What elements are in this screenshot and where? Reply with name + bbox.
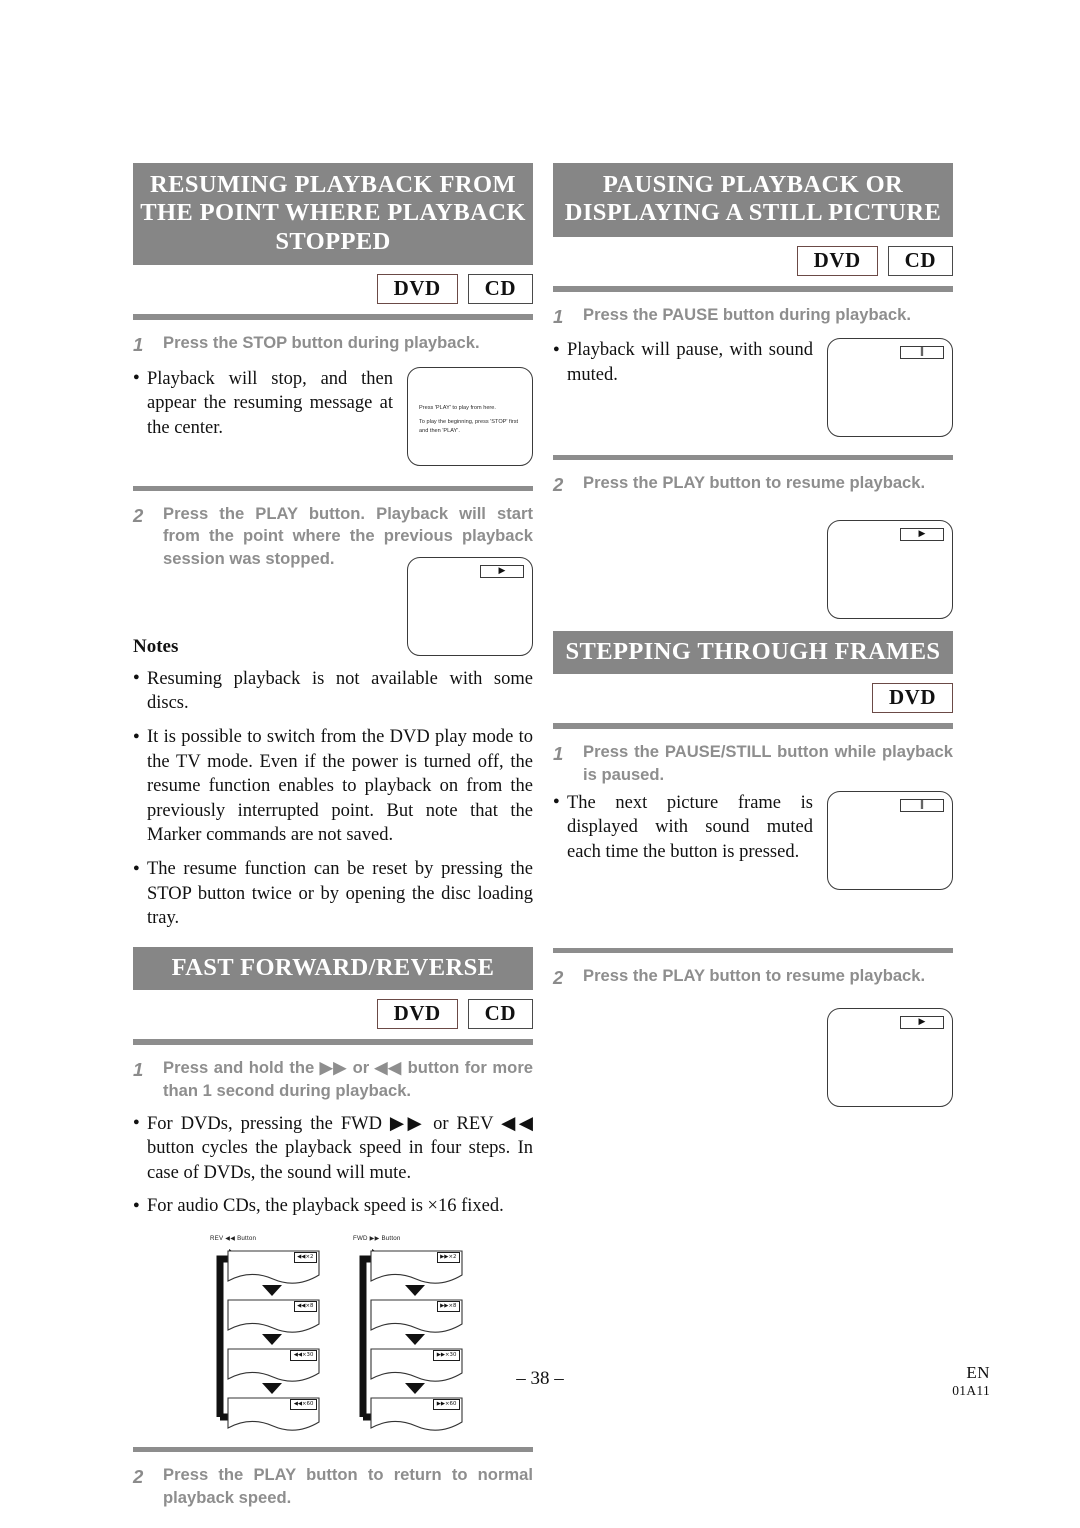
badge-dvd: DVD xyxy=(872,683,953,714)
down-arrow-icon xyxy=(262,1334,282,1346)
fwd-frame-4: ▶▶×60 xyxy=(369,1396,464,1431)
tv-screen-play-indicator: ▶ xyxy=(827,1007,953,1107)
step-number: 1 xyxy=(133,334,144,356)
disc-badges-pausing: DVD CD xyxy=(553,245,953,276)
down-arrow-icon xyxy=(262,1285,282,1297)
step-text: Press the PAUSE/STILL button while playb… xyxy=(583,742,953,784)
rev-speed-badge: ◀◀×30 xyxy=(290,1350,317,1361)
badge-dvd: DVD xyxy=(376,274,458,305)
divider-rule xyxy=(553,285,953,292)
divider-rule xyxy=(553,723,953,730)
step-1-illustration-block: ‖ The next picture frame is displayed wi… xyxy=(553,790,953,896)
fwd-frame-1: ▶▶×2 xyxy=(369,1249,464,1284)
language-code: EN xyxy=(966,1363,990,1382)
footer-codes: EN 01A11 xyxy=(952,1362,990,1400)
step-2-stepping: 2 Press the PLAY button to resume playba… xyxy=(553,965,953,990)
divider-rule xyxy=(133,1039,533,1046)
disc-badges-resuming: DVD CD xyxy=(133,274,533,305)
down-arrow-icon xyxy=(405,1285,425,1297)
document-code: 01A11 xyxy=(952,1383,990,1399)
divider-rule xyxy=(553,947,953,953)
rev-speed-badge: ◀◀×2 xyxy=(293,1252,317,1263)
divider-rule xyxy=(553,455,953,461)
step-number: 1 xyxy=(553,743,564,765)
rev-speed-badge: ◀◀×8 xyxy=(293,1301,317,1312)
down-arrow-icon xyxy=(405,1334,425,1346)
section-heading-pausing-playback: PAUSING PLAYBACK OR DISPLAYING A STILL P… xyxy=(553,163,953,237)
badge-dvd: DVD xyxy=(376,999,458,1030)
note-item: The resume function can be reset by pres… xyxy=(133,857,533,931)
section-fast-forward-reverse: FAST FORWARD/REVERSE DVD CD 1 Press and … xyxy=(133,946,533,1510)
badge-dvd: DVD xyxy=(796,245,878,276)
step-text: Press the PAUSE button during playback. xyxy=(583,304,911,324)
step-2-illustration-block: ▶ xyxy=(553,498,953,625)
section-resuming-playback: RESUMING PLAYBACK FROM THE POINT WHERE P… xyxy=(133,163,533,931)
disc-badges-stepping: DVD xyxy=(553,683,953,714)
step-1-illustration-block: Press 'PLAY' to play from here. To play … xyxy=(133,366,533,472)
step-text: Press and hold the ▶▶ or ◀◀ button for m… xyxy=(163,1058,533,1100)
step-2-fast-forward: 2 Press the PLAY button to return to nor… xyxy=(133,1464,533,1509)
left-column: RESUMING PLAYBACK FROM THE POINT WHERE P… xyxy=(133,163,533,1510)
tv-screen-play-indicator: ▶ xyxy=(827,519,953,619)
step-number: 1 xyxy=(553,305,564,327)
step-text: Press the PLAY button to resume playback… xyxy=(583,965,926,985)
step-1-resuming: 1 Press the STOP button during playback. xyxy=(133,332,533,357)
step-1-pausing: 1 Press the PAUSE button during playback… xyxy=(553,304,953,329)
step-number: 2 xyxy=(133,504,144,526)
speed-cycle-diagram: REV ◀◀ Button ◀◀×2 ◀◀×8 ◀◀×30 ◀◀×60 FWD … xyxy=(198,1235,468,1433)
bullet-playback-will-pause: Playback will pause, with sound muted. xyxy=(553,338,953,387)
step-number: 2 xyxy=(553,474,564,496)
divider-rule xyxy=(133,1447,533,1453)
step-number: 1 xyxy=(133,1059,144,1081)
badge-cd: CD xyxy=(467,999,533,1030)
fwd-frame-2: ▶▶×8 xyxy=(369,1298,464,1333)
play-icon: ▶ xyxy=(900,527,944,541)
step-2-illustration-block: ▶ xyxy=(553,990,953,1113)
badge-cd: CD xyxy=(887,245,953,276)
step-text: Press the PLAY button to resume playback… xyxy=(583,473,926,493)
section-pausing-playback: PAUSING PLAYBACK OR DISPLAYING A STILL P… xyxy=(553,163,953,625)
fwd-speed-badge: ▶▶×60 xyxy=(433,1399,460,1410)
step-1-illustration-block: ‖ Playback will pause, with sound muted. xyxy=(553,338,953,443)
badge-cd: CD xyxy=(467,274,533,305)
note-item: Resuming playback is not available with … xyxy=(133,667,533,716)
step-number: 2 xyxy=(553,966,564,988)
fwd-speed-badge: ▶▶×8 xyxy=(436,1301,460,1312)
disc-badges-fast-forward: DVD CD xyxy=(133,999,533,1030)
section-heading-resuming-playback: RESUMING PLAYBACK FROM THE POINT WHERE P… xyxy=(133,163,533,266)
step-1-stepping: 1 Press the PAUSE/STILL button while pla… xyxy=(553,741,953,786)
bullet-playback-will-stop: Playback will stop, and then appear the … xyxy=(133,367,533,441)
rev-speed-group: REV ◀◀ Button ◀◀×2 ◀◀×8 ◀◀×30 ◀◀×60 xyxy=(198,1235,323,1433)
rev-frame-2: ◀◀×8 xyxy=(226,1298,321,1333)
tv-screen-play-indicator: ▶ xyxy=(407,556,533,656)
page-number: – 38 – xyxy=(516,1368,564,1389)
play-icon: ▶ xyxy=(480,564,524,578)
fwd-speed-badge: ▶▶×2 xyxy=(436,1252,460,1263)
manual-page: RESUMING PLAYBACK FROM THE POINT WHERE P… xyxy=(0,0,1080,1528)
rev-frame-1: ◀◀×2 xyxy=(226,1249,321,1284)
rev-frame-4: ◀◀×60 xyxy=(226,1396,321,1431)
section-heading-fast-forward-reverse: FAST FORWARD/REVERSE xyxy=(133,946,533,991)
note-item: It is possible to switch from the DVD pl… xyxy=(133,725,533,848)
section-heading-stepping-through-frames: STEPPING THROUGH FRAMES xyxy=(553,630,953,674)
fwd-speed-badge: ▶▶×30 xyxy=(433,1350,460,1361)
step-number: 2 xyxy=(133,1466,144,1488)
divider-rule xyxy=(133,485,533,491)
bullet-audio-cd-speed: For audio CDs, the playback speed is ×16… xyxy=(133,1194,533,1219)
section-stepping-through-frames: STEPPING THROUGH FRAMES DVD 1 Press the … xyxy=(553,630,953,1113)
rev-speed-badge: ◀◀×60 xyxy=(290,1399,317,1410)
fwd-speed-group: FWD ▶▶ Button ▶▶×2 ▶▶×8 ▶▶×30 ▶▶×60 xyxy=(341,1235,466,1433)
right-column: PAUSING PLAYBACK OR DISPLAYING A STILL P… xyxy=(553,163,953,1113)
bullet-next-picture-frame: The next picture frame is displayed with… xyxy=(553,791,953,865)
divider-rule xyxy=(133,314,533,321)
bullet-fwd-rev-steps: For DVDs, pressing the FWD ▶▶ or REV ◀◀ … xyxy=(133,1112,533,1186)
step-text: Press the STOP button during playback. xyxy=(163,333,480,353)
step-2-pausing: 2 Press the PLAY button to resume playba… xyxy=(553,472,953,497)
step-1-fast-forward: 1 Press and hold the ▶▶ or ◀◀ button for… xyxy=(133,1057,533,1102)
step-text: Press the PLAY button to return to norma… xyxy=(163,1465,533,1507)
play-icon: ▶ xyxy=(900,1015,944,1029)
